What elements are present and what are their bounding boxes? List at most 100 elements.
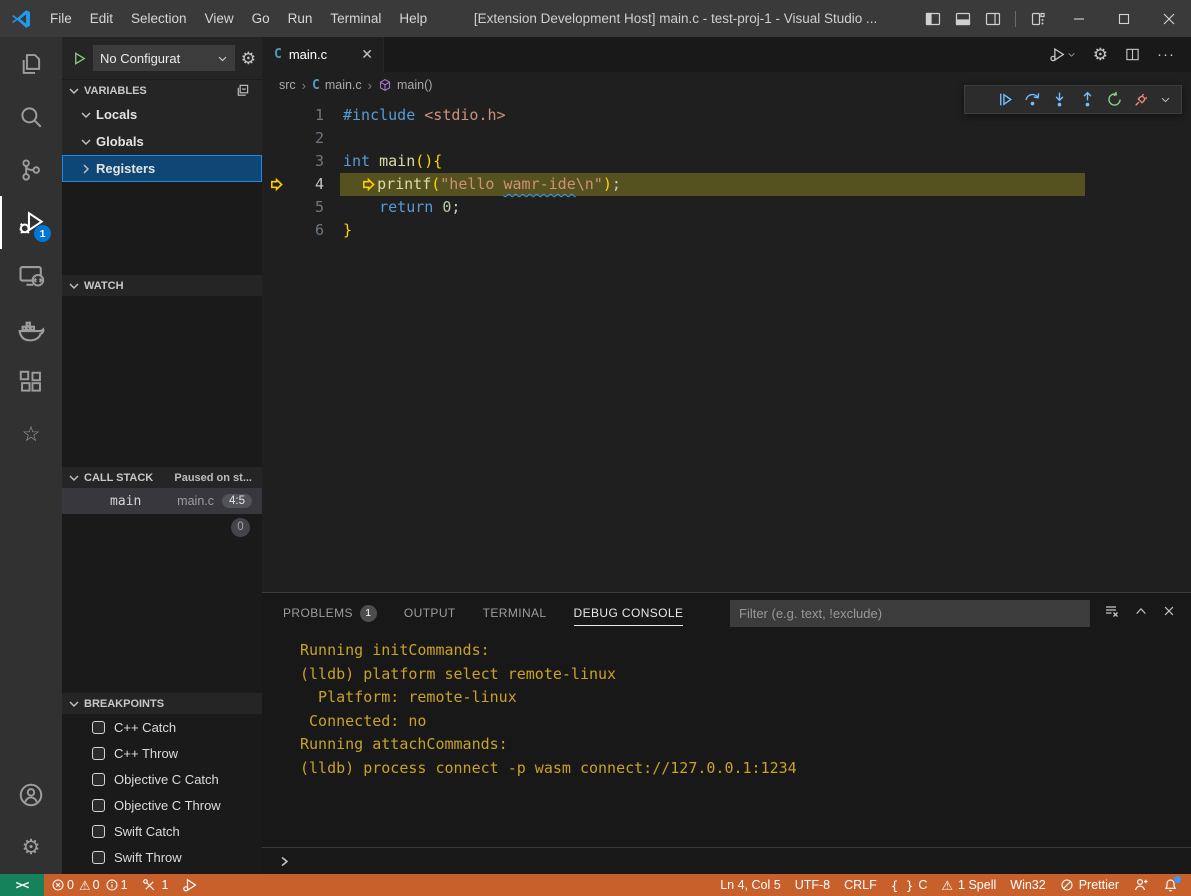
code-line-5[interactable]: 5 return 0; [262,196,1191,219]
close-button[interactable] [1146,0,1191,37]
platform-status[interactable]: Win32 [1003,874,1052,896]
remote-explorer-icon[interactable] [0,249,62,302]
feedback-status[interactable] [1126,874,1156,896]
debug-status[interactable] [175,874,205,896]
source-control-icon[interactable] [0,143,62,196]
breakpoint-row[interactable]: Swift Throw [62,844,262,870]
variables-section-header[interactable]: VARIABLES [62,79,262,101]
stack-frame-row[interactable]: main main.c 4:5 [62,488,262,514]
breakpoint-row[interactable]: Objective C Catch [62,766,262,792]
step-out-icon[interactable] [1079,91,1096,108]
close-panel-icon[interactable] [1162,604,1176,618]
code-line-3[interactable]: 3int main(){ [262,150,1191,173]
step-into-icon[interactable] [1051,91,1068,108]
search-icon[interactable] [0,90,62,143]
tab-close-icon[interactable]: ✕ [361,46,373,63]
glyph-margin[interactable] [262,219,290,242]
toggle-sidebar-icon[interactable] [925,11,941,27]
debug-configuration-dropdown[interactable]: No Configurat [93,45,235,71]
restart-icon[interactable] [1106,91,1123,108]
minimize-button[interactable] [1056,0,1101,37]
menu-selection[interactable]: Selection [122,0,196,37]
glyph-margin[interactable] [262,104,290,127]
language-mode[interactable]: { }C [884,874,935,896]
notifications-status[interactable] [1156,874,1185,896]
eol-indicator[interactable]: CRLF [837,874,884,896]
breakpoint-checkbox[interactable] [92,825,105,838]
variables-item-locals[interactable]: Locals [62,101,262,128]
panel-tab-debug-console[interactable]: DEBUG CONSOLE [574,593,684,633]
continue-icon[interactable] [997,91,1014,108]
toolchain-status[interactable]: 1 [135,874,176,896]
extensions-icon[interactable] [0,355,62,408]
customize-layout-icon[interactable] [1030,11,1046,27]
breakpoint-checkbox[interactable] [92,799,105,812]
breakpoint-row[interactable]: Swift Catch [62,818,262,844]
console-filter-input[interactable] [730,600,1090,627]
settings-gear-icon[interactable]: ⚙ [0,821,62,874]
favorites-star-icon[interactable]: ☆ [0,408,62,461]
editor-settings-gear-icon[interactable]: ⚙ [1093,46,1108,63]
breadcrumb-file[interactable]: Cmain.c [312,78,362,93]
chevron-down-icon[interactable] [1160,94,1171,105]
watch-section-header[interactable]: WATCH [62,274,262,296]
encoding-indicator[interactable]: UTF-8 [788,874,837,896]
glyph-margin[interactable] [262,127,290,150]
breakpoint-row[interactable]: C++ Throw [62,740,262,766]
docker-icon[interactable] [0,302,62,355]
collapse-all-icon[interactable] [235,83,258,98]
menu-view[interactable]: View [196,0,243,37]
launch-settings-gear-icon[interactable]: ⚙ [241,50,256,67]
spell-checker-status[interactable]: ⚠1 Spell [934,874,1003,896]
run-or-debug-button[interactable] [1049,46,1076,63]
explorer-icon[interactable] [0,37,62,90]
debug-console-input[interactable] [262,847,1191,874]
glyph-margin[interactable] [262,150,290,173]
menu-go[interactable]: Go [243,0,279,37]
menu-help[interactable]: Help [390,0,436,37]
toggle-secondary-sidebar-icon[interactable] [985,11,1001,27]
toolbar-drag-grip[interactable] [975,93,987,107]
problems-status[interactable]: 0 ⚠0 1 [44,874,135,896]
step-over-icon[interactable] [1024,91,1041,108]
split-editor-icon[interactable] [1125,47,1140,62]
breakpoint-checkbox[interactable] [92,773,105,786]
variables-item-globals[interactable]: Globals [62,128,262,155]
maximize-button[interactable] [1101,0,1146,37]
breadcrumb-src[interactable]: src [279,78,296,92]
breakpoint-row[interactable]: C++ Catch [62,714,262,740]
breakpoints-section-header[interactable]: BREAKPOINTS [62,692,262,714]
variables-item-registers[interactable]: Registers [62,155,262,182]
tab-main-c[interactable]: C main.c ✕ [262,37,384,72]
menu-terminal[interactable]: Terminal [321,0,390,37]
breakpoint-checkbox[interactable] [92,851,105,864]
maximize-panel-icon[interactable] [1134,604,1148,618]
accounts-icon[interactable] [0,768,62,821]
cursor-position[interactable]: Ln 4, Col 5 [713,874,787,896]
panel-tab-output[interactable]: OUTPUT [404,593,456,633]
panel-tab-problems[interactable]: PROBLEMS1 [283,593,377,633]
breadcrumb-symbol[interactable]: main() [378,78,432,92]
code-line-6[interactable]: 6} [262,219,1191,242]
clear-console-icon[interactable] [1104,603,1120,619]
code-editor[interactable]: 1#include <stdio.h>23int main(){4 printf… [262,98,1191,592]
glyph-margin[interactable] [262,196,290,219]
panel-tab-terminal[interactable]: TERMINAL [483,593,547,633]
breakpoint-checkbox[interactable] [92,721,105,734]
menu-edit[interactable]: Edit [81,0,122,37]
debug-console-output[interactable]: Running initCommands:(lldb) platform sel… [262,633,1191,847]
remote-indicator[interactable]: >< [0,874,44,896]
more-actions-icon[interactable]: ··· [1157,46,1175,63]
breakpoint-row[interactable]: Objective C Throw [62,792,262,818]
toggle-panel-icon[interactable] [955,11,971,27]
run-and-debug-icon[interactable]: 1 [0,196,62,249]
current-line-arrow-icon[interactable] [262,173,290,196]
breakpoint-checkbox[interactable] [92,747,105,760]
start-debugging-icon[interactable] [72,51,87,66]
disconnect-icon[interactable] [1133,91,1150,108]
menu-run[interactable]: Run [279,0,322,37]
code-line-2[interactable]: 2 [262,127,1191,150]
code-line-4[interactable]: 4 printf("hello wamr-ide\n"); [262,173,1191,196]
menu-file[interactable]: File [41,0,81,37]
call-stack-section-header[interactable]: CALL STACK Paused on st... [62,466,262,488]
